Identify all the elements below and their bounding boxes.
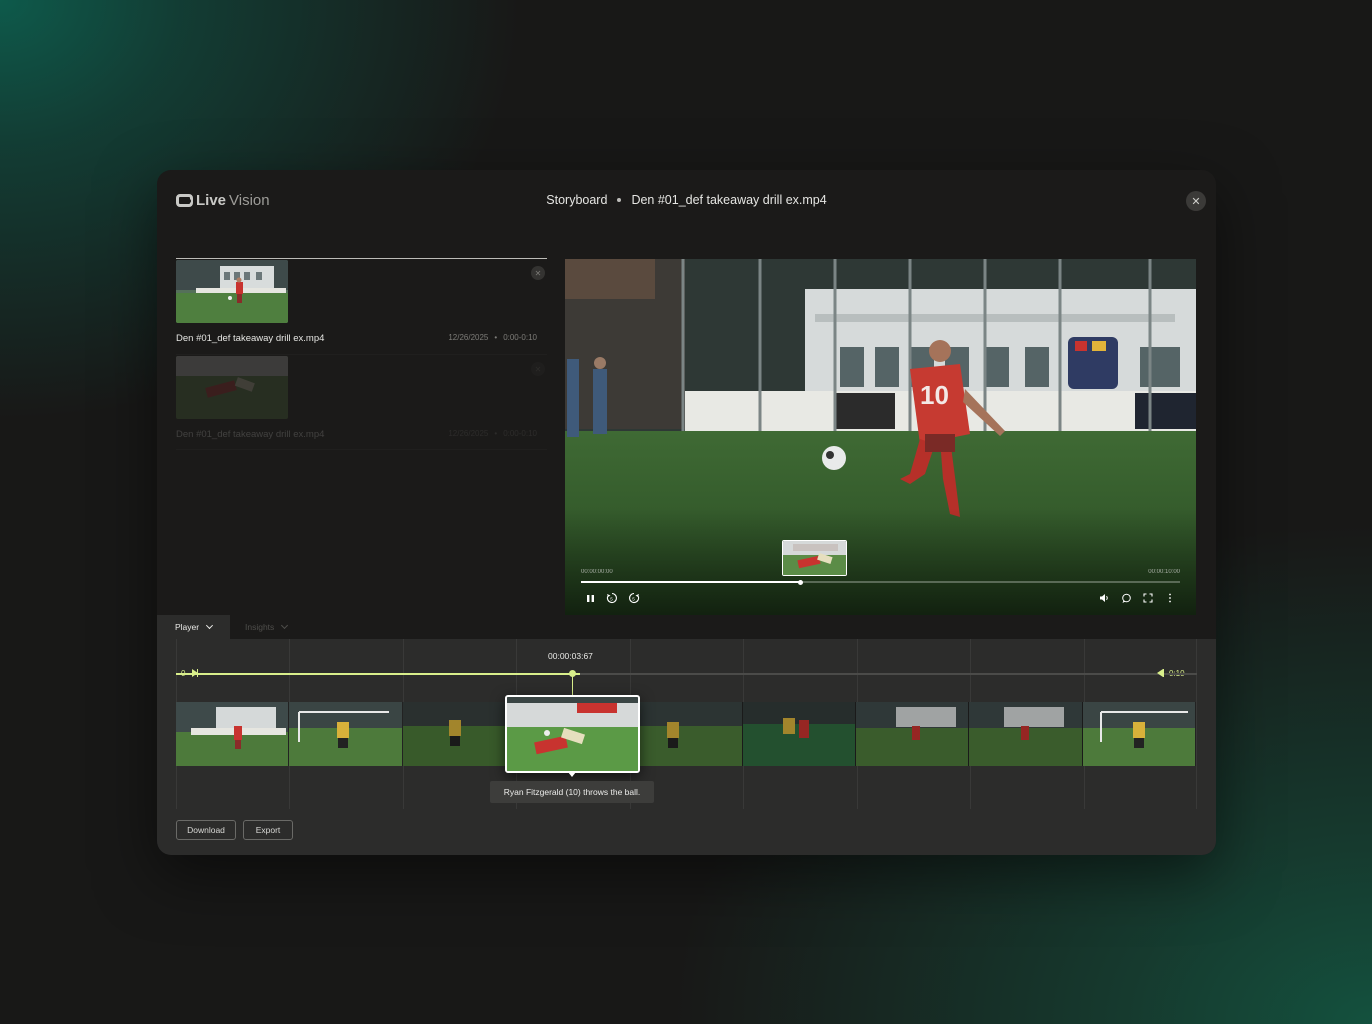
chevron-down-icon <box>206 621 214 630</box>
filmstrip-frame[interactable] <box>176 702 290 766</box>
page-title: Storyboard Den #01_def takeaway drill ex.… <box>157 193 1216 207</box>
volume-icon <box>1099 594 1108 602</box>
filmstrip-frame[interactable] <box>742 702 856 766</box>
volume-button[interactable] <box>1098 592 1110 604</box>
clip-meta: 12/26/2025 • 0:00-0:10 <box>448 429 537 438</box>
scrub-preview-thumbnail <box>782 540 847 576</box>
close-icon: ✕ <box>534 364 542 374</box>
tab-insights[interactable]: Insights <box>227 615 305 639</box>
playhead-line <box>572 676 573 696</box>
svg-text:5: 5 <box>610 596 613 601</box>
close-icon: ✕ <box>534 268 542 278</box>
frame-caption-tooltip: Ryan Fitzgerald (10) throws the ball. <box>490 781 654 803</box>
playhead-handle[interactable] <box>569 670 576 677</box>
download-button[interactable]: Download <box>176 820 236 840</box>
comment-icon <box>1121 593 1131 603</box>
filmstrip-frame[interactable] <box>855 702 970 766</box>
clip-date: 12/26/2025 <box>448 429 489 438</box>
clip-item[interactable]: ✕ Den #01_def takeaway drill ex.mp4 12/2… <box>176 258 547 354</box>
clip-range: 0:00-0:10 <box>503 429 537 438</box>
tab-player-label: Player <box>175 622 200 632</box>
forward-button[interactable]: 5 <box>628 592 640 604</box>
title-separator <box>617 198 622 202</box>
fullscreen-icon <box>1143 593 1153 603</box>
clip-date: 12/26/2025 <box>448 333 489 342</box>
clip-name: Den #01_def takeaway drill ex.mp4 <box>176 333 325 344</box>
more-icon <box>1169 593 1171 603</box>
comment-button[interactable] <box>1120 592 1132 604</box>
filmstrip-frame[interactable] <box>402 702 516 766</box>
tab-insights-label: Insights <box>245 622 275 632</box>
close-button[interactable]: ✕ <box>1186 191 1206 211</box>
clip-item[interactable]: ✕ Den #01_def takeaway drill ex.mp4 12/2… <box>176 354 547 450</box>
forward-5-icon: 5 <box>629 592 640 603</box>
chevron-down-icon <box>281 621 289 630</box>
clip-name: Den #01_def takeaway drill ex.mp4 <box>176 429 325 440</box>
video-player[interactable]: 10 00:00:00:00 00:00:10:00 <box>565 259 1196 615</box>
title-section: Storyboard <box>546 193 608 207</box>
trim-end-handle[interactable] <box>1157 669 1164 677</box>
panel-tabs: Player Insights <box>157 615 1216 639</box>
tab-player[interactable]: Player <box>157 615 230 639</box>
rewind-button[interactable]: 5 <box>606 592 618 604</box>
player-time-end: 00:00:10:00 <box>1148 569 1180 575</box>
title-file: Den #01_def takeaway drill ex.mp4 <box>631 193 827 207</box>
more-button[interactable] <box>1164 592 1176 604</box>
clip-meta: 12/26/2025 • 0:00-0:10 <box>448 333 537 342</box>
clip-thumbnail <box>176 356 288 419</box>
clip-list: ✕ Den #01_def takeaway drill ex.mp4 12/2… <box>176 258 547 450</box>
pause-button[interactable] <box>584 592 596 604</box>
scrubber-progress <box>581 581 801 583</box>
clip-range: 0:00-0:10 <box>503 333 537 342</box>
close-icon: ✕ <box>1191 195 1201 208</box>
video-frame: 10 <box>565 259 1196 615</box>
filmstrip-frame[interactable] <box>629 702 743 766</box>
player-scrubber[interactable] <box>581 579 1180 585</box>
timeline-panel: 00:00:03:67 0 0:10 <box>157 639 1216 855</box>
timeline-track[interactable] <box>176 673 1197 675</box>
fullscreen-button[interactable] <box>1142 592 1154 604</box>
timeline-progress <box>176 673 581 675</box>
filmstrip-frame[interactable] <box>289 702 403 766</box>
remove-clip-button[interactable]: ✕ <box>531 362 545 376</box>
filmstrip[interactable] <box>176 702 1196 766</box>
player-time-start: 00:00:00:00 <box>581 569 613 575</box>
rewind-5-icon: 5 <box>606 592 617 603</box>
titlebar: Live Vision Storyboard Den #01_def takeawa… <box>157 170 1216 230</box>
filmstrip-frame[interactable] <box>1082 702 1196 766</box>
storyboard-window: Live Vision Storyboard Den #01_def takeawa… <box>157 170 1216 855</box>
selected-frame[interactable] <box>505 695 640 773</box>
remove-clip-button[interactable]: ✕ <box>531 266 545 280</box>
clip-thumbnail <box>176 260 288 323</box>
scrubber-handle[interactable] <box>798 579 804 585</box>
export-button[interactable]: Export <box>243 820 293 840</box>
trim-start-handle[interactable] <box>192 669 198 677</box>
filmstrip-frame[interactable] <box>969 702 1083 766</box>
svg-text:5: 5 <box>632 596 635 601</box>
current-timestamp: 00:00:03:67 <box>548 651 593 661</box>
pause-icon <box>586 594 594 602</box>
selected-frame-pointer <box>568 772 576 777</box>
